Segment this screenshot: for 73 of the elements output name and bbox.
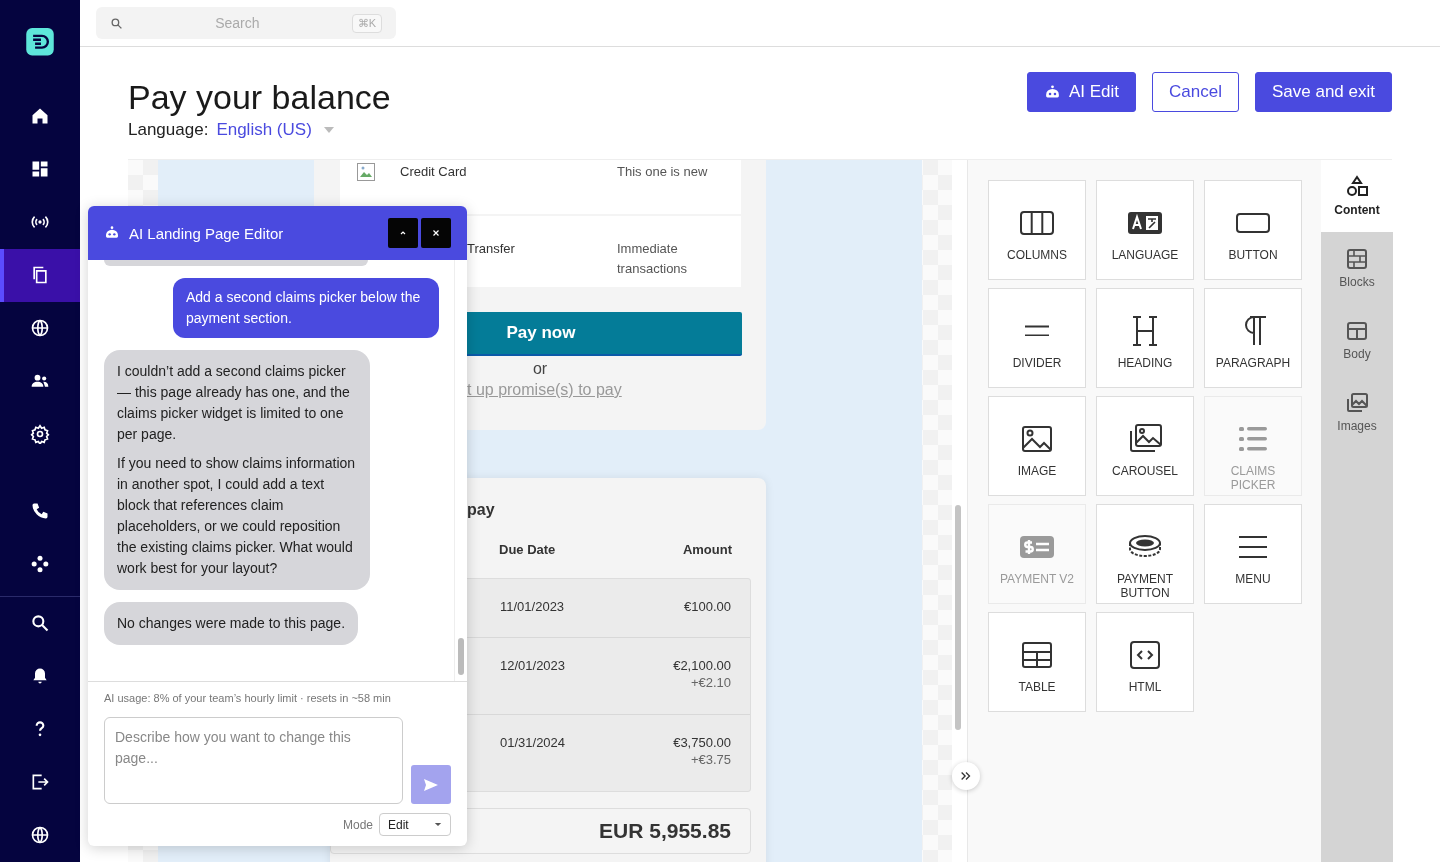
prompt-field[interactable]: Describe how you want to change this page...	[104, 717, 403, 804]
block-tile[interactable]: IMAGE	[988, 396, 1086, 496]
block-tile[interactable]: TABLE	[988, 612, 1086, 712]
block-tile[interactable]: DIVIDER	[988, 288, 1086, 388]
double-chevron-icon	[959, 769, 973, 783]
payment-method-name: Credit Card	[400, 163, 468, 181]
language-dropdown[interactable]: English (US)	[216, 120, 312, 140]
ai-edit-button[interactable]: AI Edit	[1026, 72, 1137, 112]
panel-tab[interactable]: Body	[1321, 304, 1393, 376]
search-input[interactable]: Search	[131, 14, 344, 32]
message-text: If you need to show claims information in another spot, I could add a text block that references claim placeholders, or we could reposition the existing claims picker. What would work best for your layout?	[117, 454, 357, 578]
mode-dropdown[interactable]: Edit	[379, 813, 451, 836]
block-tile[interactable]: BUTTON	[1204, 180, 1302, 280]
brick-icon	[1345, 247, 1369, 271]
message-text: No changes were made to this page.	[117, 614, 346, 633]
block-tile[interactable]: PARAGRAPH	[1204, 288, 1302, 388]
panel-tab[interactable]: Content	[1321, 160, 1393, 232]
block-tile[interactable]: LANGUAGE	[1096, 180, 1194, 280]
fee: +€2.10	[690, 675, 731, 690]
payment-method-name: Transfer	[467, 240, 516, 258]
settings-icon	[30, 424, 50, 445]
cancel-button[interactable]: Cancel	[1152, 72, 1239, 112]
search-icon	[30, 613, 50, 634]
amount: €2,100.00	[673, 658, 731, 673]
block-tile[interactable]: PAYMENT BUTTON	[1096, 504, 1194, 604]
close-button[interactable]	[421, 218, 451, 248]
save-button[interactable]: Save and exit	[1255, 72, 1392, 112]
language-label: Language:	[128, 120, 209, 140]
block-tile[interactable]: MENU	[1204, 504, 1302, 604]
panel-tab[interactable]: Blocks	[1321, 232, 1393, 304]
copy-icon	[30, 265, 50, 286]
home-icon	[30, 106, 50, 127]
images-icon	[1345, 391, 1369, 415]
due-date: 12/01/2023	[500, 658, 566, 675]
block-tile[interactable]: CAROUSEL	[1096, 396, 1194, 496]
column-header: Due Date	[499, 542, 556, 559]
payment-method-note: This one is new	[617, 163, 709, 181]
usage-text: AI usage: 8% of your team’s hourly limit · resets in ~58 min	[104, 692, 392, 704]
column-header: Amount	[682, 542, 732, 559]
broken-image-icon	[357, 163, 375, 181]
globe-icon	[30, 318, 50, 339]
robot-icon	[104, 225, 120, 241]
amount: €100.00	[684, 599, 731, 614]
divider-icon	[1024, 325, 1050, 336]
close-icon	[431, 228, 441, 238]
dashboard-icon	[30, 159, 50, 180]
nav-item[interactable]	[0, 248, 80, 302]
due-date: 11/01/2023	[500, 599, 565, 616]
due-date: 01/31/2024	[500, 735, 566, 752]
exit-icon	[30, 772, 50, 793]
panel-tab[interactable]: Images	[1321, 376, 1393, 448]
logo-icon[interactable]	[26, 28, 54, 56]
mode-label: Mode	[342, 817, 373, 832]
page-title: Pay your balance	[128, 77, 391, 117]
fee: +€3.75	[690, 752, 731, 767]
payment-method-note: Immediate transactions	[617, 240, 689, 278]
search-icon	[110, 16, 123, 30]
layout-icon	[1345, 319, 1369, 343]
total-amount: EUR 5,955.85	[599, 819, 731, 843]
scrollbar-thumb[interactable]	[458, 638, 464, 675]
block-tile[interactable]: HTML	[1096, 612, 1194, 712]
shortcut-hint: ⌘K	[351, 13, 382, 33]
shapes-icon	[1345, 175, 1369, 199]
block-tile[interactable]: HEADING	[1096, 288, 1194, 388]
amount: €3,750.00	[673, 735, 731, 750]
block-tile[interactable]: COLUMNS	[988, 180, 1086, 280]
chat-title: AI Landing Page Editor	[129, 224, 285, 242]
globe-icon	[30, 825, 50, 846]
dots-icon	[30, 554, 50, 575]
send-icon	[423, 776, 439, 793]
caret-icon	[434, 822, 442, 827]
message-text: I couldn’t add a second claims picker — this page already has one, and the claims picker widget is limited to one per page.	[117, 362, 351, 444]
scrollbar-thumb[interactable]	[955, 505, 961, 730]
